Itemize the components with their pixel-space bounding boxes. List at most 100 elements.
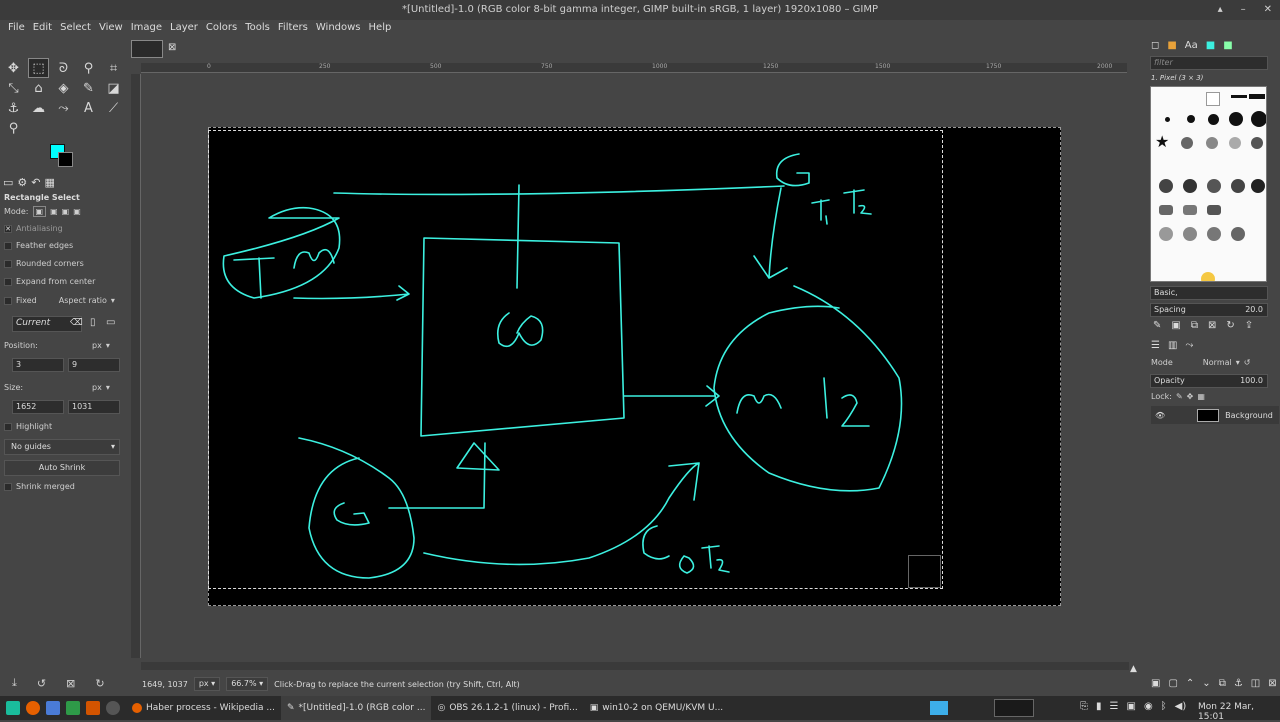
paths-tab-icon[interactable]: ⤳ — [1185, 340, 1193, 351]
lock-pixels-icon[interactable]: ✎ — [1176, 392, 1183, 401]
duplicate-brush-icon[interactable]: ⧉ — [1191, 320, 1198, 331]
undo-history-tab-icon[interactable]: ↶ — [31, 176, 40, 189]
shrink-merged-checkbox[interactable] — [4, 482, 12, 491]
fonts-tab-icon[interactable]: Aa — [1185, 40, 1198, 51]
image-tab-thumbnail[interactable] — [131, 40, 163, 58]
layer-name[interactable]: Background — [1225, 411, 1273, 420]
brush-color[interactable] — [1201, 272, 1215, 281]
opacity-slider[interactable]: Opacity 100.0 — [1150, 374, 1268, 388]
task-obs[interactable]: ◎ OBS 26.1.2-1 (linux) - Profi... — [431, 696, 583, 720]
calc-icon[interactable] — [66, 701, 80, 715]
brush-line[interactable] — [1249, 94, 1265, 99]
window-shade-button[interactable]: ▴ — [1218, 0, 1223, 20]
refresh-brushes-icon[interactable]: ↻ — [1226, 320, 1234, 331]
brush-line[interactable] — [1231, 95, 1247, 98]
size-h-field[interactable]: 1031 — [68, 400, 120, 414]
landscape-icon[interactable]: ▭ — [106, 317, 115, 328]
brush-texture[interactable] — [1207, 227, 1221, 241]
background-color[interactable] — [58, 152, 73, 167]
new-group-icon[interactable]: ▢ — [1168, 678, 1177, 689]
brush-texture[interactable] — [1183, 179, 1197, 193]
brush-round[interactable] — [1165, 117, 1170, 122]
volume-icon[interactable]: ◀) — [1175, 701, 1187, 712]
task-firefox[interactable]: Haber process - Wikipedia ... — [126, 696, 281, 720]
menu-image[interactable]: Image — [127, 20, 166, 36]
clipboard-icon[interactable]: ☰ — [1110, 701, 1119, 712]
rect-select-tool-icon[interactable]: ⬚ — [28, 58, 49, 78]
layer-mode-select[interactable]: Normal — [1203, 358, 1232, 367]
brush-texture[interactable] — [1207, 179, 1221, 193]
tool-options-tab-icon[interactable]: ▭ — [3, 176, 13, 189]
fixed-option[interactable]: Fixed Aspect ratio ▾ — [4, 296, 122, 305]
brushes-tab-icon[interactable]: ◻ — [1151, 40, 1159, 51]
chevron-down-icon[interactable]: ▾ — [111, 296, 115, 305]
menu-colors[interactable]: Colors — [202, 20, 241, 36]
image-canvas[interactable] — [208, 127, 1061, 606]
expand-checkbox[interactable] — [4, 277, 12, 286]
brush-round[interactable] — [1251, 111, 1266, 127]
layer-row[interactable]: 👁 Background — [1151, 406, 1279, 424]
smudge-tool-icon[interactable]: ☁ — [28, 98, 49, 118]
brush-pixel[interactable] — [1206, 92, 1220, 106]
brush-filter-input[interactable]: filter — [1150, 56, 1268, 70]
guides-select[interactable]: No guides ▾ — [4, 439, 120, 455]
duplicate-layer-icon[interactable]: ⧉ — [1219, 678, 1226, 689]
brush-texture[interactable] — [1231, 179, 1245, 193]
clock[interactable]: Mon 22 Mar, 15:01 — [1198, 702, 1280, 722]
edit-brush-icon[interactable]: ✎ — [1153, 320, 1161, 331]
layers-tab-icon[interactable]: ☰ — [1151, 340, 1160, 351]
menu-tools[interactable]: Tools — [241, 20, 274, 36]
clone-tool-icon[interactable]: ⚓ — [3, 98, 24, 118]
auto-shrink-button[interactable]: Auto Shrink — [4, 460, 120, 476]
menu-file[interactable]: File — [4, 20, 29, 36]
window-close-button[interactable]: ✕ — [1264, 0, 1272, 20]
eraser-tool-icon[interactable]: ◪ — [103, 78, 124, 98]
device-status-tab-icon[interactable]: ⚙ — [17, 176, 27, 189]
antialiasing-checkbox[interactable]: ✕ — [4, 224, 12, 233]
restore-options-icon[interactable]: ↺ — [37, 677, 46, 690]
new-layer-icon[interactable]: ▣ — [1151, 678, 1160, 689]
portrait-icon[interactable]: ▯ — [90, 317, 96, 328]
position-unit-select[interactable]: px ▾ — [92, 341, 110, 350]
raise-layer-icon[interactable]: ⌃ — [1186, 678, 1194, 689]
position-x-field[interactable]: 3 — [12, 358, 64, 372]
fuzzy-select-tool-icon[interactable]: ⚲ — [78, 58, 99, 78]
close-image-tab-icon[interactable]: ⊠ — [168, 42, 176, 53]
brush-texture[interactable] — [1159, 227, 1173, 241]
open-as-image-icon[interactable]: ⇪ — [1245, 320, 1253, 331]
menu-help[interactable]: Help — [365, 20, 396, 36]
menu-view[interactable]: View — [95, 20, 127, 36]
rounded-option[interactable]: Rounded corners — [4, 259, 84, 268]
mode-intersect-icon[interactable]: ▣ — [73, 207, 81, 216]
transform-tool-icon[interactable]: ⤡ — [3, 78, 24, 98]
lasso-tool-icon[interactable]: ᘐ — [53, 58, 74, 78]
task-qemu[interactable]: ▣ win10-2 on QEMU/KVM U... — [584, 696, 729, 720]
window-minimize-button[interactable]: – — [1241, 0, 1246, 20]
brush-fuzzy[interactable] — [1206, 137, 1218, 149]
warp-tool-icon[interactable]: ⌂ — [28, 78, 49, 98]
lock-position-icon[interactable]: ✥ — [1187, 392, 1194, 401]
brush-texture[interactable] — [1183, 205, 1197, 215]
brush-preset-select[interactable]: Basic, — [1150, 286, 1268, 300]
delete-brush-icon[interactable]: ⊠ — [1208, 320, 1216, 331]
brush-round[interactable] — [1229, 112, 1243, 126]
brush-texture[interactable] — [1159, 205, 1173, 215]
firefox-icon[interactable] — [26, 701, 40, 715]
brush-texture[interactable] — [1251, 179, 1265, 193]
anchor-layer-icon[interactable]: ⚓ — [1234, 678, 1243, 689]
highlight-option[interactable]: Highlight — [4, 422, 52, 431]
battery-icon[interactable]: ▮ — [1096, 701, 1102, 712]
obs-launcher-icon[interactable] — [106, 701, 120, 715]
spacing-slider[interactable]: Spacing 20.0 — [1150, 303, 1268, 317]
color-swatches[interactable] — [50, 144, 76, 170]
lower-layer-icon[interactable]: ⌄ — [1202, 678, 1210, 689]
brush-star[interactable]: ★ — [1155, 132, 1169, 151]
bluetooth-icon[interactable]: ᛒ — [1161, 701, 1167, 712]
brush-round[interactable] — [1187, 115, 1195, 123]
fixed-checkbox[interactable] — [4, 296, 12, 305]
gradients-tab-icon[interactable]: ■ — [1223, 40, 1232, 51]
impress-icon[interactable] — [86, 701, 100, 715]
brush-texture[interactable] — [1183, 227, 1197, 241]
highlight-checkbox[interactable] — [4, 422, 12, 431]
mode-add-icon[interactable]: ▣ — [50, 207, 58, 216]
